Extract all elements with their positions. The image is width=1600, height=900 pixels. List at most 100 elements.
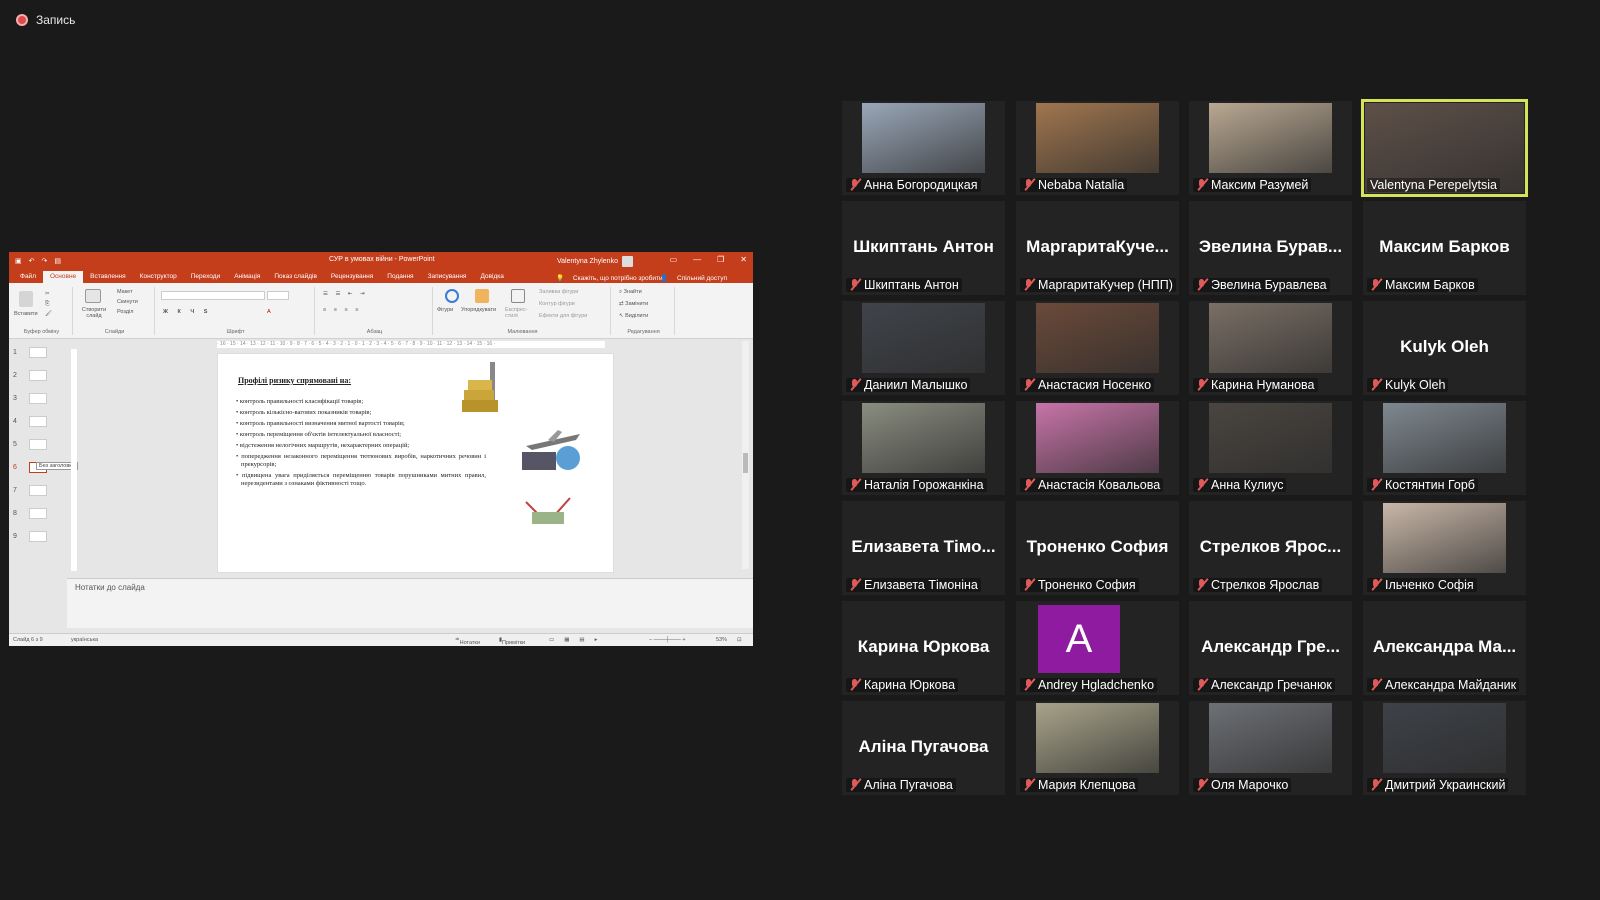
ribbon-tab[interactable]: Довідка <box>473 271 510 283</box>
participant-tile[interactable]: Александр Гре... Александр Гречанюк <box>1189 601 1352 695</box>
slide-thumbnail[interactable]: 1 <box>13 347 47 358</box>
shapes-icon[interactable] <box>445 289 459 303</box>
layout-button[interactable]: Макет <box>117 289 133 295</box>
ribbon-tab[interactable]: Основне <box>42 271 84 283</box>
shape-fill-button[interactable]: Заливка фігури <box>539 289 578 295</box>
fit-slide-icon[interactable]: ⊡ <box>737 637 742 643</box>
participant-tile[interactable]: Nebaba Natalia <box>1016 101 1179 195</box>
shapes-button[interactable]: Фігури <box>437 307 453 313</box>
slide-thumbnail[interactable]: 6 <box>13 462 47 473</box>
list-icons[interactable]: ☰ ☰ ⇤ ⇥ <box>323 291 368 297</box>
participant-tile[interactable]: Карина Юркова Карина Юркова <box>842 601 1005 695</box>
ribbon-tab[interactable]: Подання <box>380 271 420 283</box>
font-size-select[interactable] <box>267 291 289 300</box>
participant-tile[interactable]: Костянтин Горб <box>1363 401 1526 495</box>
slide-heading[interactable]: Профілі ризику спрямовані на: <box>238 376 351 385</box>
participant-tile[interactable]: Максим Барков Максим Барков <box>1363 201 1526 295</box>
zoom-level[interactable]: 53% <box>716 637 727 643</box>
undo-icon[interactable]: ↶ <box>29 257 35 265</box>
slide-canvas[interactable]: Профілі ризику спрямовані на: контроль п… <box>217 353 614 573</box>
participant-tile[interactable]: Анна Кулиус <box>1189 401 1352 495</box>
slide-thumbnail[interactable]: 3 <box>13 393 47 404</box>
quick-styles-icon[interactable] <box>511 289 525 303</box>
quick-styles-button[interactable]: Експрес-стилі <box>505 307 535 319</box>
language-indicator[interactable]: українська <box>71 637 98 643</box>
participant-tile[interactable]: Даниил Малышко <box>842 301 1005 395</box>
shape-effects-button[interactable]: Ефекти для фігури <box>539 313 587 319</box>
participant-tile[interactable]: Максим Разумей <box>1189 101 1352 195</box>
zoom-slider[interactable]: – ───┼─── + <box>649 637 686 643</box>
new-slide-icon[interactable] <box>85 289 101 303</box>
participant-tile[interactable]: Шкиптань Антон Шкиптань Антон <box>842 201 1005 295</box>
participant-tile[interactable]: Анастасія Ковальова <box>1016 401 1179 495</box>
ribbon-display-icon[interactable]: ▭ <box>670 255 678 264</box>
copy-icon[interactable]: ⎘ <box>45 301 49 308</box>
participant-tile[interactable]: Наталія Горожанкіна <box>842 401 1005 495</box>
participant-tile[interactable]: Дмитрий Украинский <box>1363 701 1526 795</box>
participant-tile[interactable]: Александра Ма... Александра Майданик <box>1363 601 1526 695</box>
close-icon[interactable]: ✕ <box>740 255 747 264</box>
slide-notes[interactable]: Нотатки до слайда <box>67 578 753 628</box>
ribbon-tab[interactable]: Рецензування <box>324 271 380 283</box>
participant-tile[interactable]: Карина Нуманова <box>1189 301 1352 395</box>
shape-outline-button[interactable]: Контур фігури <box>539 301 575 307</box>
cut-icon[interactable]: ✂ <box>45 291 50 297</box>
participant-tile[interactable]: Эвелина Бурав... Эвелина Буравлева <box>1189 201 1352 295</box>
minimize-icon[interactable]: — <box>693 255 701 264</box>
paste-button[interactable]: Вставити <box>14 311 38 317</box>
participant-tile[interactable]: Троненко София Троненко София <box>1016 501 1179 595</box>
font-family-select[interactable] <box>161 291 265 300</box>
vertical-scrollbar[interactable] <box>742 341 749 569</box>
participant-tile[interactable]: Анастасия Носенко <box>1016 301 1179 395</box>
view-buttons[interactable]: ▭▦▤▸ <box>549 637 607 643</box>
font-color-icon[interactable]: A <box>267 309 271 315</box>
slide-thumbnail[interactable]: 7 <box>13 485 47 496</box>
arrange-button[interactable]: Упорядкувати <box>461 307 496 313</box>
account[interactable]: Valentyna Zhylenko <box>557 256 633 267</box>
font-format-icons[interactable]: Ж К Ч S <box>163 309 211 315</box>
participant-tile[interactable]: Мария Клепцова <box>1016 701 1179 795</box>
section-button[interactable]: Розділ <box>117 309 133 315</box>
slide-thumbnail[interactable]: 2 <box>13 370 47 381</box>
present-icon[interactable]: ▤ <box>54 257 61 265</box>
paste-icon[interactable] <box>19 291 33 307</box>
slide-bullet-list[interactable]: контроль правильності класифікації товар… <box>236 398 486 491</box>
find-button[interactable]: ⌕ Знайти <box>619 289 642 296</box>
slide-thumbnail[interactable]: 5 <box>13 439 47 450</box>
replace-button[interactable]: ⇄ Замінити <box>619 301 648 307</box>
notes-toggle[interactable]: ≐ Нотатки <box>455 637 480 646</box>
slide-thumbnail[interactable]: 4 <box>13 416 47 427</box>
ribbon-tab[interactable]: Вставлення <box>83 271 133 283</box>
reset-button[interactable]: Скинути <box>117 299 138 305</box>
participant-tile[interactable]: МаргаритаКуче... МаргаритаКучер (НПП) <box>1016 201 1179 295</box>
restore-icon[interactable]: ❐ <box>717 255 724 264</box>
align-icons[interactable]: ≡ ≡ ≡ ≡ <box>323 307 361 313</box>
recording-indicator[interactable]: Запись <box>16 13 75 27</box>
ribbon-tab[interactable]: Показ слайдів <box>267 271 324 283</box>
participant-tile[interactable]: Kulyk Oleh Kulyk Oleh <box>1363 301 1526 395</box>
participant-tile[interactable]: Анна Богородицкая <box>842 101 1005 195</box>
participant-tile[interactable]: Ільченко Софія <box>1363 501 1526 595</box>
comments-toggle[interactable]: ▮ Примітки <box>499 637 525 646</box>
slide-thumbnail[interactable]: 9 <box>13 531 47 542</box>
participant-tile[interactable]: Елизавета Тімо... Елизавета Тімоніна <box>842 501 1005 595</box>
ribbon-tab[interactable]: Конструктор <box>133 271 184 283</box>
arrange-icon[interactable] <box>475 289 489 303</box>
ribbon-tab[interactable]: Переходи <box>184 271 227 283</box>
ribbon-tab[interactable]: Анімація <box>227 271 267 283</box>
participant-tile[interactable]: Аліна Пугачова Аліна Пугачова <box>842 701 1005 795</box>
slide-thumbnail[interactable]: 8 <box>13 508 47 519</box>
participant-tile[interactable]: Valentyna Perepelytsia <box>1361 99 1528 197</box>
shared-screen[interactable]: ▣ ↶ ↷ ▤ СУР в умовах війни - PowerPoint … <box>9 252 753 646</box>
ribbon-tab[interactable]: Файл <box>13 271 43 283</box>
participant-tile[interactable]: Стрелков Ярос... Стрелков Ярослав <box>1189 501 1352 595</box>
select-button[interactable]: ↖ Виділити <box>619 313 648 319</box>
ribbon-tab[interactable]: Записування <box>421 271 474 283</box>
save-icon[interactable]: ▣ <box>15 257 22 265</box>
participant-tile[interactable]: Оля Марочко <box>1189 701 1352 795</box>
new-slide-button[interactable]: Створити слайд <box>79 307 109 319</box>
scroll-thumb[interactable] <box>743 453 748 473</box>
format-painter-icon[interactable]: 🖌 <box>45 311 52 317</box>
redo-icon[interactable]: ↷ <box>42 257 48 265</box>
participant-tile[interactable]: A Andrey Hgladchenko <box>1016 601 1179 695</box>
